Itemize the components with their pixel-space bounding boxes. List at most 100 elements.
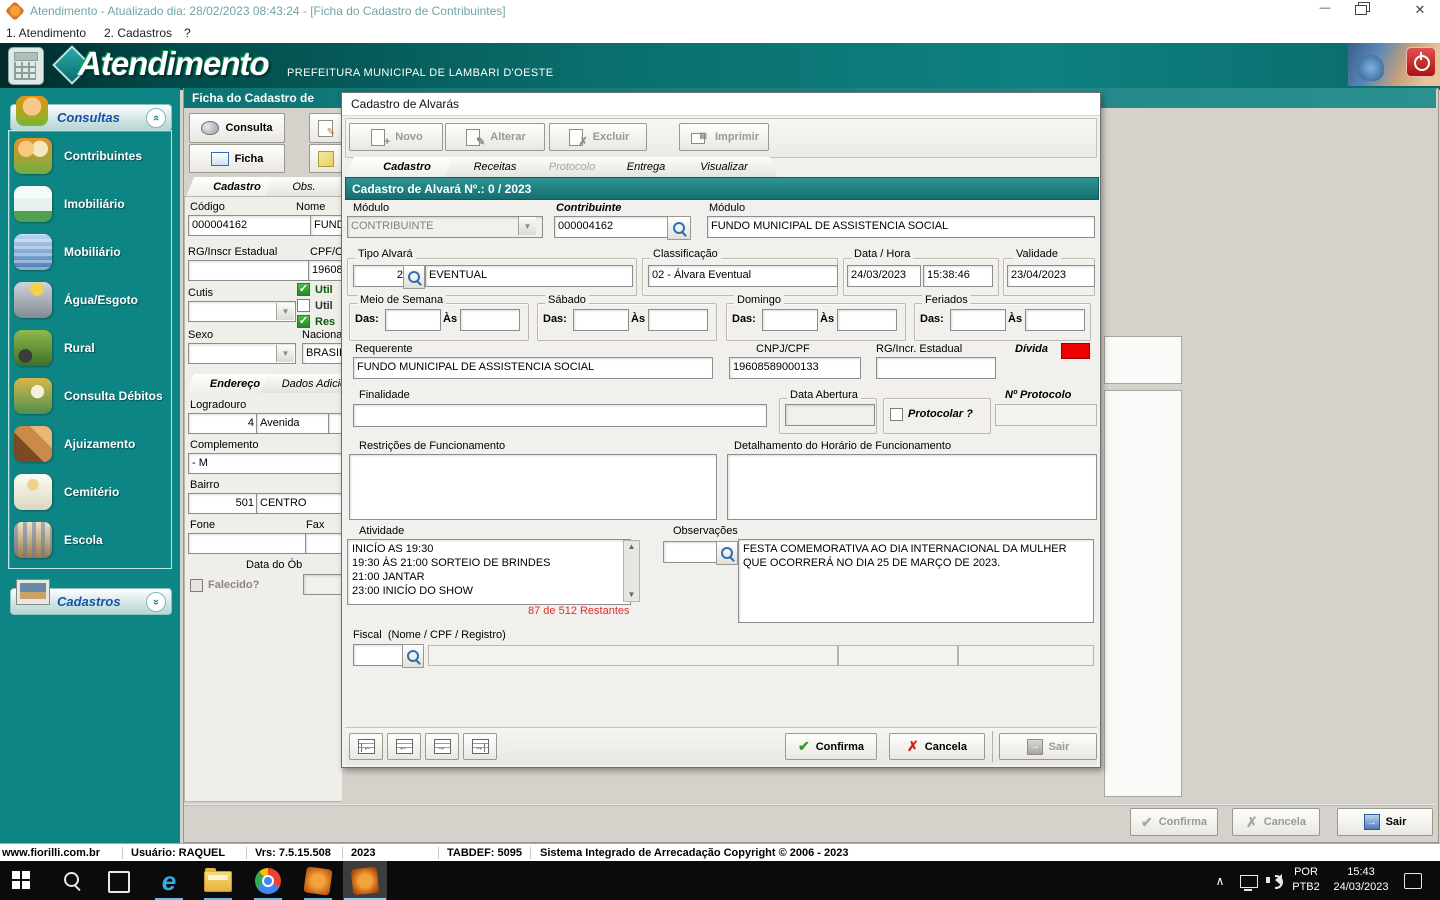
taskbar-search-icon[interactable] xyxy=(62,870,82,890)
sidebar-item-contribuintes[interactable]: Contribuintes xyxy=(14,133,168,179)
logradouro-num-field[interactable]: 4 xyxy=(188,413,258,434)
observacoes-search-icon[interactable] xyxy=(716,541,738,565)
sidebar-item-agua-esgoto[interactable]: Água/Esgoto xyxy=(14,277,168,323)
sidebar-item-imobiliario[interactable]: Imobiliário xyxy=(14,181,168,227)
sidebar-item-cemiterio[interactable]: Cemitério xyxy=(14,469,168,515)
ficha-cancela-button[interactable]: ✗ Cancela xyxy=(1232,808,1320,836)
alterar-button[interactable]: ✎ Alterar xyxy=(445,123,545,151)
fiscal-search-icon[interactable] xyxy=(402,644,424,668)
logradouro-tipo-field[interactable]: Avenida xyxy=(256,413,332,434)
fiorilli-app-icon[interactable] xyxy=(303,866,332,895)
building-icon xyxy=(14,234,52,270)
chrome-icon[interactable] xyxy=(255,868,281,894)
sidebar-item-escola[interactable]: Escola xyxy=(14,517,168,563)
restricoes-textarea[interactable] xyxy=(349,454,717,520)
res-checkbox[interactable] xyxy=(297,315,310,328)
excluir-button[interactable]: ✗ Excluir xyxy=(549,123,647,151)
minimize-button[interactable]: — xyxy=(1310,2,1340,20)
speaker-icon[interactable] xyxy=(1266,872,1284,888)
dialog-confirma-button[interactable]: ✔ Confirma xyxy=(785,733,877,760)
ficha-button[interactable]: Ficha xyxy=(189,144,285,173)
tray-clock[interactable]: 15:43 24/03/2023 xyxy=(1328,865,1394,895)
fone-field[interactable] xyxy=(188,533,308,554)
menu-cadastros[interactable]: 2. Cadastros xyxy=(104,26,172,40)
observacoes-textarea[interactable]: FESTA COMEMORATIVA AO DIA INTERNACIONAL … xyxy=(738,539,1094,623)
codigo-field[interactable]: 000004162 xyxy=(188,215,312,236)
data-field[interactable]: 24/03/2023 xyxy=(847,265,921,287)
validade-field[interactable]: 23/04/2023 xyxy=(1007,265,1095,287)
maximize-button[interactable] xyxy=(1355,5,1367,15)
util-checkbox-2[interactable] xyxy=(297,299,310,312)
nav-prev-icon: ← xyxy=(396,739,413,754)
requerente-field[interactable]: FUNDO MUNICIPAL DE ASSISTENCIA SOCIAL xyxy=(353,357,713,379)
falecido-checkbox[interactable] xyxy=(190,579,203,592)
obs-partial-button[interactable] xyxy=(309,144,342,173)
chevron-down-icon[interactable]: ▼ xyxy=(276,345,294,362)
contribuinte-search-icon[interactable] xyxy=(667,216,691,240)
ie-icon[interactable]: e xyxy=(152,865,186,897)
contribuinte-field[interactable]: 000004162 xyxy=(554,216,670,238)
tray-chevron-up-icon[interactable]: ∧ xyxy=(1212,873,1228,889)
alterar-partial-button[interactable]: ✎ xyxy=(309,113,342,143)
dialog-titlebar[interactable]: Cadastro de Alvarás xyxy=(342,93,1100,116)
active-app-tile[interactable] xyxy=(343,861,387,900)
chevron-down-icon[interactable]: ▼ xyxy=(276,303,294,320)
status-url[interactable]: www.fiorilli.com.br xyxy=(2,847,100,859)
hora-field[interactable]: 15:38:46 xyxy=(923,265,993,287)
file-explorer-icon[interactable] xyxy=(204,871,232,892)
detalhamento-textarea[interactable] xyxy=(727,454,1097,520)
domingo-as-field[interactable] xyxy=(837,309,897,331)
util-checkbox-1[interactable] xyxy=(297,283,310,296)
bairro-num-field[interactable]: 501 xyxy=(188,493,258,514)
bairro-field[interactable]: CENTRO xyxy=(256,493,350,514)
fiscal-code-field[interactable] xyxy=(353,644,405,666)
sabado-as-field[interactable] xyxy=(648,309,708,331)
power-off-icon[interactable] xyxy=(1406,47,1436,77)
start-button[interactable] xyxy=(12,871,30,889)
cutis-select[interactable]: ▼ xyxy=(188,301,296,322)
meio-das-field[interactable] xyxy=(385,309,441,331)
dialog-sair-button[interactable]: → Sair xyxy=(999,733,1097,760)
sidebar-item-consulta-debitos[interactable]: Consulta Débitos xyxy=(14,373,168,419)
network-icon[interactable] xyxy=(1240,875,1258,888)
sexo-select[interactable]: ▼ xyxy=(188,343,296,364)
dialog-tab-visualizar[interactable]: Visualizar xyxy=(670,157,778,177)
feriados-das-field[interactable] xyxy=(950,309,1006,331)
cnpj-field[interactable]: 19608589000133 xyxy=(729,357,861,379)
ficha-confirma-button[interactable]: ✔ Confirma xyxy=(1130,808,1218,836)
protocolar-checkbox[interactable] xyxy=(890,408,903,421)
sidebar-item-ajuizamento[interactable]: Ajuizamento xyxy=(14,421,168,467)
rg-incr-field[interactable] xyxy=(876,357,996,379)
expand-cadastros-icon[interactable]: « xyxy=(146,592,166,612)
consulta-button[interactable]: Consulta xyxy=(189,113,285,143)
tray-language[interactable]: POR PTB2 xyxy=(1288,865,1324,895)
observacoes-code-field[interactable] xyxy=(663,541,719,563)
notification-center-icon[interactable] xyxy=(1404,873,1422,889)
nav-last-button[interactable]: →| xyxy=(463,733,497,760)
sidebar-item-mobiliario[interactable]: Mobiliário xyxy=(14,229,168,275)
meio-as-field[interactable] xyxy=(460,309,520,331)
complemento-field[interactable]: - M xyxy=(188,453,348,474)
nav-first-button[interactable]: |← xyxy=(349,733,383,760)
nav-next-button[interactable]: → xyxy=(425,733,459,760)
nav-prev-button[interactable]: ← xyxy=(387,733,421,760)
tipo-alvara-num-field[interactable]: 2 xyxy=(353,265,407,287)
atividade-scrollbar[interactable]: ▲ ▼ xyxy=(623,540,640,602)
tipo-alvara-search-icon[interactable] xyxy=(403,265,425,289)
sidebar-item-rural[interactable]: Rural xyxy=(14,325,168,371)
dialog-cancela-button[interactable]: ✗ Cancela xyxy=(889,733,985,760)
menu-help[interactable]: ? xyxy=(184,26,191,40)
domingo-das-field[interactable] xyxy=(762,309,818,331)
task-view-icon[interactable] xyxy=(108,871,130,893)
rg-estadual-field[interactable] xyxy=(188,260,310,281)
close-button[interactable]: ✕ xyxy=(1405,2,1435,20)
menu-atendimento[interactable]: 1. Atendimento xyxy=(6,26,86,40)
sabado-das-field[interactable] xyxy=(573,309,629,331)
collapse-consultas-icon[interactable]: « xyxy=(146,108,166,128)
feriados-as-field[interactable] xyxy=(1025,309,1085,331)
finalidade-field[interactable] xyxy=(353,404,767,427)
imprimir-button[interactable]: ▤ Imprimir xyxy=(679,123,769,151)
atividade-textarea[interactable]: INICÍO AS 19:30 19:30 ÀS 21:00 SORTEIO D… xyxy=(347,539,631,605)
novo-button[interactable]: + Novo xyxy=(349,123,443,151)
ficha-sair-button[interactable]: → Sair xyxy=(1337,808,1433,836)
